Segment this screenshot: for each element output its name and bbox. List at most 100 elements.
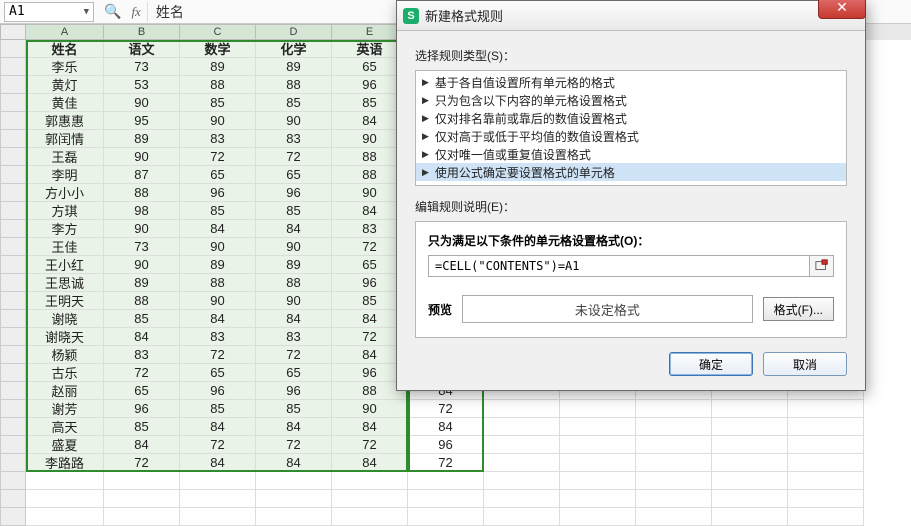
cell[interactable] [256,472,332,490]
cell[interactable] [712,472,788,490]
cell[interactable] [560,490,636,508]
cell[interactable]: 83 [180,328,256,346]
cell[interactable]: 姓名 [26,40,104,58]
cell[interactable] [788,436,864,454]
cell[interactable]: 88 [256,274,332,292]
row-header[interactable] [0,418,26,436]
cell[interactable]: 98 [104,202,180,220]
cell[interactable]: 85 [104,310,180,328]
row-header[interactable] [0,382,26,400]
cell[interactable]: 89 [180,256,256,274]
cell[interactable]: 65 [104,382,180,400]
row-header[interactable] [0,508,26,526]
cell[interactable] [484,490,560,508]
rule-type-item[interactable]: ▶使用公式确定要设置格式的单元格 [416,163,846,181]
cell[interactable]: 72 [180,346,256,364]
rule-type-item[interactable]: ▶基于各自值设置所有单元格的格式 [416,73,846,91]
row-header[interactable] [0,94,26,112]
cell[interactable]: 郭惠惠 [26,112,104,130]
cell[interactable]: 黄佳 [26,94,104,112]
cell[interactable]: 李明 [26,166,104,184]
row-header[interactable] [0,436,26,454]
cell[interactable]: 赵丽 [26,382,104,400]
fx-label[interactable]: fx [131,4,140,20]
cell[interactable] [712,454,788,472]
cell[interactable]: 85 [180,400,256,418]
cell[interactable]: 王明天 [26,292,104,310]
row-header[interactable] [0,292,26,310]
cell[interactable] [636,436,712,454]
cell[interactable] [788,490,864,508]
cell[interactable]: 谢晓 [26,310,104,328]
cell[interactable]: 65 [180,364,256,382]
cell[interactable]: 72 [408,400,484,418]
row-header[interactable] [0,472,26,490]
cell[interactable]: 90 [256,238,332,256]
cell[interactable]: 黄灯 [26,76,104,94]
cell[interactable]: 65 [256,166,332,184]
cell[interactable]: 杨颖 [26,346,104,364]
range-picker-button[interactable] [810,255,834,277]
cell[interactable]: 73 [104,238,180,256]
search-icon[interactable]: 🔍 [100,3,125,20]
cell[interactable] [560,472,636,490]
rule-type-item[interactable]: ▶只为包含以下内容的单元格设置格式 [416,91,846,109]
row-header[interactable] [0,148,26,166]
cell[interactable] [788,454,864,472]
cell[interactable]: 89 [256,58,332,76]
rule-type-item[interactable]: ▶仅对高于或低于平均值的数值设置格式 [416,127,846,145]
cell[interactable] [788,400,864,418]
cell[interactable]: 72 [256,436,332,454]
cell[interactable]: 古乐 [26,364,104,382]
cell[interactable]: 89 [180,58,256,76]
cell[interactable]: 90 [180,292,256,310]
cell[interactable]: 88 [180,274,256,292]
cell[interactable] [560,400,636,418]
cell[interactable] [332,472,408,490]
cell[interactable]: 方小小 [26,184,104,202]
cell[interactable] [26,472,104,490]
cell[interactable]: 化学 [256,40,332,58]
cell[interactable]: 84 [104,328,180,346]
row-header[interactable] [0,40,26,58]
cell[interactable]: 89 [104,130,180,148]
cell[interactable] [484,454,560,472]
cell[interactable] [712,418,788,436]
cell[interactable] [408,472,484,490]
cell[interactable]: 李乐 [26,58,104,76]
cell[interactable]: 语文 [104,40,180,58]
cell[interactable] [104,508,180,526]
cell[interactable]: 84 [180,454,256,472]
cell[interactable]: 84 [332,454,408,472]
cell[interactable]: 90 [104,148,180,166]
row-header[interactable] [0,256,26,274]
cell[interactable]: 96 [408,436,484,454]
cell[interactable]: 96 [180,382,256,400]
cell[interactable]: 王磊 [26,148,104,166]
row-header[interactable] [0,202,26,220]
cell[interactable]: 83 [104,346,180,364]
cell[interactable]: 83 [180,130,256,148]
cell[interactable]: 96 [256,184,332,202]
cell[interactable]: 84 [104,436,180,454]
col-header-C[interactable]: C [180,24,256,40]
cell[interactable]: 88 [180,76,256,94]
cell[interactable] [332,490,408,508]
cell[interactable] [104,472,180,490]
cell[interactable]: 90 [256,292,332,310]
cell[interactable]: 谢芳 [26,400,104,418]
cell[interactable]: 84 [180,310,256,328]
col-header-D[interactable]: D [256,24,332,40]
cell[interactable] [332,508,408,526]
cell[interactable]: 84 [256,220,332,238]
cell[interactable] [408,490,484,508]
cell[interactable]: 85 [104,418,180,436]
cell[interactable]: 90 [104,220,180,238]
close-button[interactable]: ✕ [818,0,866,19]
row-header[interactable] [0,58,26,76]
cell[interactable]: 88 [104,184,180,202]
cell[interactable] [788,508,864,526]
cell[interactable]: 88 [256,76,332,94]
cell[interactable]: 85 [180,94,256,112]
cell[interactable]: 96 [180,184,256,202]
